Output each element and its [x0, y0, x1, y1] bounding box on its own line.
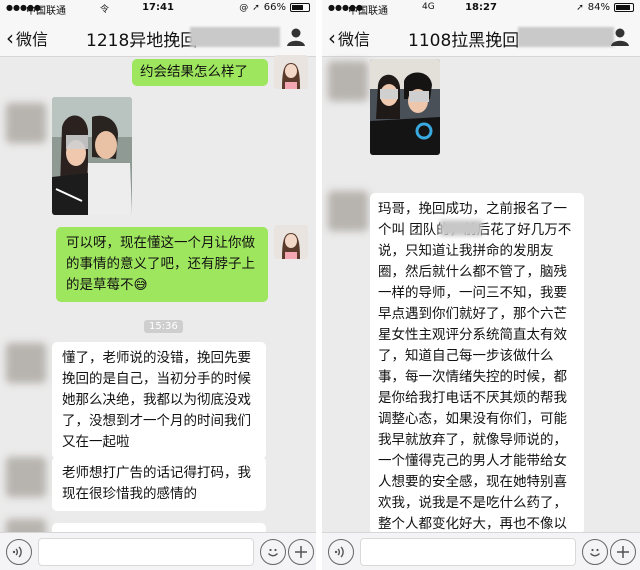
- message-text: 玛哥，挽回成功，之前报名了一个叫 团队的，前后花了好几万不说，只知道让我拼命的发…: [378, 201, 572, 532]
- back-button[interactable]: ‹ 微信: [328, 26, 370, 50]
- message-bubble-received: 老师想打广告的话记得打码，我现在很珍惜我的感情的: [52, 457, 266, 511]
- location-icon: ➚: [252, 2, 260, 13]
- battery-icon: [290, 3, 310, 12]
- smiley-icon: [590, 548, 600, 557]
- chat-header: ‹ 微信 1108拉黑挽回: [322, 17, 640, 57]
- back-label: 微信: [338, 30, 371, 49]
- contact-profile-icon[interactable]: [610, 27, 630, 47]
- voice-icon: [334, 546, 344, 558]
- message-list[interactable]: 玛哥，挽回成功，之前报名了一个叫 团队的，前后花了好几万不说，只知道让我拼命的发…: [322, 57, 640, 534]
- chat-title: 1108拉黑挽回: [408, 31, 520, 51]
- self-avatar[interactable]: [274, 55, 308, 89]
- battery-percent: 66%: [263, 2, 286, 13]
- right-phone-screen: ●●●●● 中国联通 4G 18:27 ➚ 84% ‹ 微信 1108拉黑挽回: [322, 0, 640, 570]
- message-list[interactable]: 约会结果怎么样了 可以呀，现在懂这一个月让你做的事情的意义了吧，还有脖子上的是草…: [0, 55, 316, 559]
- message-text: 约会结果怎么样了: [140, 64, 248, 80]
- voice-input-button[interactable]: [6, 539, 32, 565]
- message-bubble-sent: 可以呀，现在懂这一个月让你做的事情的意义了吧，还有脖子上的是草莓不😅: [56, 227, 268, 302]
- plus-icon: [617, 546, 629, 558]
- chat-header: ‹ 微信 1218异地挽回: [0, 17, 316, 57]
- location-icon: ➚: [576, 2, 584, 13]
- message-bubble-received: 懂了，老师说的没错，挽回先要挽回的是自己，当初分手的时候她那么决绝，我都以为彻底…: [52, 342, 266, 459]
- emoji-button[interactable]: [260, 539, 286, 565]
- back-label: 微信: [16, 30, 49, 49]
- back-button[interactable]: ‹ 微信: [6, 26, 48, 50]
- contact-avatar[interactable]: [6, 343, 46, 383]
- message-text: 可以呀，现在懂这一个月让你做的事情的意义了吧，还有脖子上的是草莓不😅: [66, 235, 255, 293]
- input-toolbar: [322, 532, 640, 570]
- status-bar: ●●●●● 中国联通 令 17:41 @ ➚ 66%: [0, 0, 316, 17]
- received-photo[interactable]: [52, 97, 132, 215]
- message-text: 老师想打广告的话记得打码，我现在很珍惜我的感情的: [62, 465, 251, 502]
- status-bar: ●●●●● 中国联通 4G 18:27 ➚ 84%: [322, 0, 640, 17]
- name-redaction: [440, 220, 482, 236]
- input-toolbar: [0, 532, 316, 570]
- emoji-button[interactable]: [582, 539, 608, 565]
- message-bubble-sent: 约会结果怎么样了: [132, 59, 268, 86]
- self-avatar[interactable]: [274, 225, 308, 259]
- chevron-left-icon: ‹: [6, 26, 14, 50]
- message-input[interactable]: [360, 538, 576, 566]
- received-photo[interactable]: [370, 59, 440, 155]
- battery-percent: 84%: [587, 2, 610, 13]
- contact-avatar[interactable]: [6, 103, 46, 143]
- more-button[interactable]: [610, 539, 636, 565]
- title-redaction: [518, 27, 614, 47]
- chevron-left-icon: ‹: [328, 26, 336, 50]
- contact-avatar[interactable]: [6, 457, 46, 497]
- contact-avatar[interactable]: [328, 191, 368, 231]
- message-timestamp: 15:36: [144, 320, 183, 333]
- contact-profile-icon[interactable]: [286, 27, 306, 47]
- voice-icon: [12, 546, 22, 558]
- battery-icon: [614, 3, 634, 12]
- chat-title: 1218异地挽回: [86, 31, 198, 51]
- message-bubble-received: 玛哥，挽回成功，之前报名了一个叫 团队的，前后花了好几万不说，只知道让我拼命的发…: [370, 193, 584, 534]
- alarm-icon: @: [239, 2, 249, 13]
- plus-icon: [295, 546, 307, 558]
- left-phone-screen: ●●●●● 中国联通 令 17:41 @ ➚ 66% ‹ 微信 1218异地挽回…: [0, 0, 316, 570]
- title-redaction: [190, 27, 280, 47]
- message-input[interactable]: [38, 538, 254, 566]
- message-text: 懂了，老师说的没错，挽回先要挽回的是自己，当初分手的时候她那么决绝，我都以为彻底…: [62, 350, 251, 450]
- smiley-icon: [268, 548, 278, 557]
- more-button[interactable]: [288, 539, 314, 565]
- voice-input-button[interactable]: [328, 539, 354, 565]
- contact-avatar[interactable]: [328, 61, 368, 101]
